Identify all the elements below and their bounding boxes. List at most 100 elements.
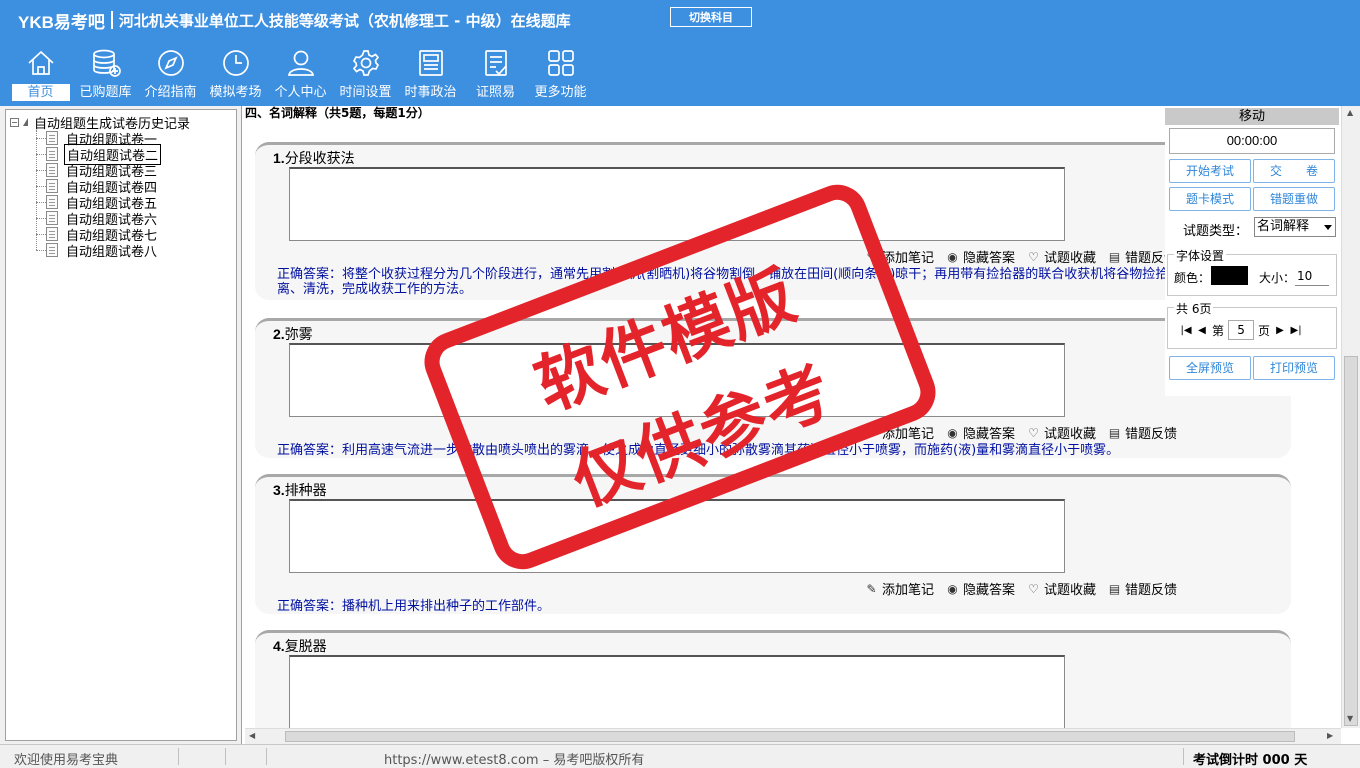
correct-answer: 正确答案：播种机上用来排出种子的工作部件。 — [277, 599, 551, 614]
status-divider — [266, 748, 267, 765]
document-icon — [46, 195, 58, 209]
toolbar-mock-exam[interactable]: 模拟考场 — [203, 46, 268, 104]
app-brand: YKB易考吧 河北机关事业单位工人技能等级考试（农机修理工 - 中级）在线题库 — [18, 8, 571, 32]
question-title: 1.分段收获法 — [273, 148, 355, 168]
document-icon — [46, 163, 58, 177]
status-bar: 欢迎使用易考宝典 https://www.etest8.com – 易考吧版权所… — [0, 744, 1360, 768]
user-icon — [284, 46, 318, 80]
brand-divider — [110, 11, 113, 29]
toolbar-home[interactable]: 首页 — [8, 46, 73, 104]
font-color-picker[interactable] — [1211, 266, 1248, 285]
scroll-down-icon[interactable]: ▼ — [1347, 714, 1353, 723]
status-copyright: https://www.etest8.com – 易考吧版权所有 — [384, 753, 645, 768]
document-icon — [46, 179, 58, 193]
question-title: 4.复脱器 — [273, 636, 327, 656]
scroll-right-icon[interactable]: ▶ — [1327, 731, 1333, 740]
scroll-left-icon[interactable]: ◀ — [249, 731, 255, 740]
report-icon: ▤ — [1108, 249, 1121, 264]
next-page-icon[interactable]: ▶ — [1274, 325, 1286, 336]
tree-item-paper-8[interactable]: 自动组题试卷八 — [36, 242, 159, 260]
toolbar-mock-exam-label: 模拟考场 — [209, 85, 262, 100]
question-card-4: 4.复脱器 — [255, 630, 1291, 728]
paper-history-tree: − 自动组题生成试卷历史记录 自动组题试卷一 自动组题试卷二 自动组题试卷三 自… — [5, 109, 237, 741]
font-size-label: 大小： — [1259, 271, 1296, 285]
favorite-button[interactable]: ♡ 试题收藏 — [1027, 423, 1096, 443]
toolbar-current-affairs-label: 时事政治 — [404, 85, 457, 100]
heart-icon: ♡ — [1028, 581, 1039, 596]
compass-icon — [154, 46, 188, 80]
submit-paper-button[interactable]: 交 卷 — [1253, 159, 1335, 183]
eye-icon: ◉ — [947, 249, 958, 264]
app-logo: YKB易考吧 — [18, 12, 105, 32]
card-mode-button[interactable]: 题卡模式 — [1169, 187, 1251, 211]
start-exam-button[interactable]: 开始考试 — [1169, 159, 1251, 183]
question-text: 弥雾 — [284, 327, 313, 343]
toolbar-guide[interactable]: 介绍指南 — [138, 46, 203, 104]
question-card-3: 3.排种器 ✎ 添加笔记 ◉ 隐藏答案 ♡ 试题收藏 ▤ 错题反馈 正确答案：播种机上用… — [255, 474, 1291, 614]
question-text: 复脱器 — [284, 639, 327, 655]
toolbar-profile[interactable]: 个人中心 — [268, 46, 333, 104]
feedback-button[interactable]: ▤ 错题反馈 — [1108, 423, 1177, 443]
hide-answer-button[interactable]: ◉ 隐藏答案 — [946, 247, 1015, 267]
question-type-select[interactable]: 名词解释 — [1254, 217, 1336, 237]
favorite-button[interactable]: ♡ 试题收藏 — [1027, 247, 1096, 267]
page-number-input[interactable]: 5 — [1228, 320, 1255, 340]
toolbar-more[interactable]: 更多功能 — [528, 46, 593, 104]
pencil-icon: ✎ — [866, 581, 877, 596]
horizontal-scroll-thumb[interactable] — [285, 731, 1295, 742]
font-size-input[interactable]: 10 — [1295, 266, 1329, 286]
redo-wrong-button[interactable]: 错题重做 — [1253, 187, 1335, 211]
toolbar-license[interactable]: 证照易 — [463, 46, 528, 104]
first-page-icon[interactable]: |◀ — [1180, 325, 1192, 336]
exam-tools-panel: 移动 00:00:00 开始考试 交 卷 题卡模式 错题重做 试题类型： 名词解… — [1165, 106, 1341, 396]
switch-subject-button[interactable]: 切换科目 — [670, 7, 752, 27]
hide-answer-button[interactable]: ◉ 隐藏答案 — [946, 579, 1015, 599]
question-text: 分段收获法 — [284, 151, 355, 167]
app-title: 河北机关事业单位工人技能等级考试（农机修理工 - 中级）在线题库 — [118, 11, 571, 30]
question-type-value: 名词解释 — [1257, 219, 1310, 234]
print-preview-button[interactable]: 打印预览 — [1253, 356, 1335, 380]
panel-move-handle[interactable]: 移动 — [1165, 108, 1339, 125]
main-toolbar: 首页 已购题库 介绍指南 模拟考场 个人中心 时间设置 时事政治 证照易 更多功… — [8, 46, 593, 104]
chevron-down-icon — [1324, 225, 1332, 230]
add-note-button[interactable]: ✎ 添加笔记 — [865, 579, 934, 599]
document-icon — [46, 147, 58, 161]
heart-icon: ♡ — [1028, 249, 1039, 264]
collapse-toggle-icon[interactable]: − — [10, 117, 19, 127]
question-text: 排种器 — [284, 483, 327, 499]
question-number: 3. — [273, 482, 285, 498]
fullscreen-preview-button[interactable]: 全屏预览 — [1169, 356, 1251, 380]
last-page-icon[interactable]: ▶| — [1290, 325, 1302, 336]
document-icon — [46, 211, 58, 225]
feedback-button[interactable]: ▤ 错题反馈 — [1108, 579, 1177, 599]
page-prefix: 第 — [1212, 323, 1225, 338]
eye-icon: ◉ — [947, 425, 958, 440]
prev-page-icon[interactable]: ◀ — [1196, 325, 1208, 336]
hide-answer-button[interactable]: ◉ 隐藏答案 — [946, 423, 1015, 443]
pager: |◀ ◀ 第 5 页 ▶ ▶| — [1180, 320, 1302, 340]
toolbar-purchased[interactable]: 已购题库 — [73, 46, 138, 104]
answer-input[interactable] — [289, 167, 1065, 241]
document-icon — [46, 131, 58, 145]
question-number: 4. — [273, 638, 285, 654]
question-actions: ✎ 添加笔记 ◉ 隐藏答案 ♡ 试题收藏 ▤ 错题反馈 — [865, 579, 1177, 599]
toolbar-profile-label: 个人中心 — [274, 85, 327, 100]
question-number: 2. — [273, 326, 285, 342]
vertical-scrollbar[interactable]: ▲ ▼ — [1341, 106, 1360, 728]
toolbar-time-settings[interactable]: 时间设置 — [333, 46, 398, 104]
page-count-legend: 共 6页 — [1174, 300, 1214, 317]
horizontal-scrollbar[interactable]: ◀ ▶ — [245, 728, 1341, 744]
question-title: 3.排种器 — [273, 480, 327, 500]
vertical-scroll-thumb[interactable] — [1344, 356, 1358, 726]
database-icon — [89, 46, 123, 80]
toolbar-current-affairs[interactable]: 时事政治 — [398, 46, 463, 104]
question-actions: ✎ 添加笔记 ◉ 隐藏答案 ♡ 试题收藏 ▤ 错题反馈 — [865, 423, 1177, 443]
toolbar-time-settings-label: 时间设置 — [339, 85, 392, 100]
favorite-button[interactable]: ♡ 试题收藏 — [1027, 579, 1096, 599]
toolbar-more-label: 更多功能 — [534, 85, 587, 100]
scroll-up-icon[interactable]: ▲ — [1347, 108, 1353, 117]
font-settings-group: 字体设置 颜色： 大小： 10 — [1167, 247, 1337, 296]
home-icon — [24, 46, 58, 80]
answer-input[interactable] — [289, 655, 1065, 728]
toolbar-home-label: 首页 — [11, 84, 70, 101]
